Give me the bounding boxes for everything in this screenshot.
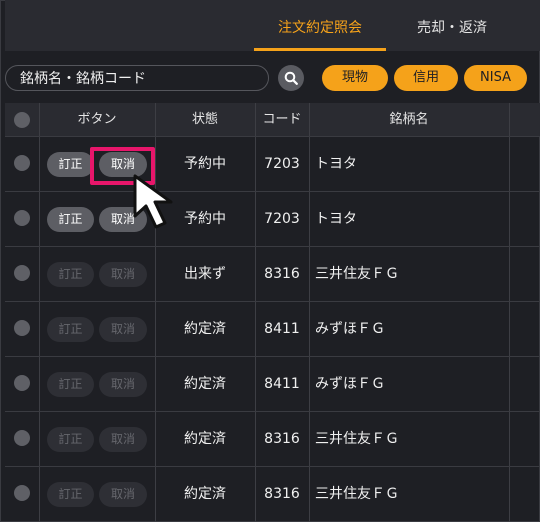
name-cell: 三井住友ＦＧ bbox=[315, 486, 399, 502]
status-cell: 出来ず bbox=[184, 266, 226, 282]
name-cell: 三井住友ＦＧ bbox=[315, 431, 399, 447]
toolbar: 銘柄名・銘柄コード 現物 信用 NISA bbox=[0, 51, 540, 103]
name-cell: みずほＦＧ bbox=[315, 376, 385, 392]
cancel-button-disabled: 取消 bbox=[99, 482, 147, 507]
cancel-button-disabled: 取消 bbox=[99, 372, 147, 397]
row-select-radio[interactable] bbox=[14, 265, 30, 281]
table-row[interactable]: 訂正 取消 約定済 8411 みずほＦＧ bbox=[5, 301, 540, 356]
name-cell: トヨタ bbox=[315, 211, 357, 227]
status-cell: 約定済 bbox=[184, 321, 226, 337]
column-header-name: 銘柄名 bbox=[389, 112, 429, 127]
select-all-radio[interactable] bbox=[14, 112, 30, 128]
column-header-status: 状態 bbox=[191, 112, 218, 127]
status-cell: 約定済 bbox=[184, 431, 226, 447]
filter-margin-button[interactable]: 信用 bbox=[394, 65, 458, 91]
table-row[interactable]: 訂正 取消 約定済 8316 三井住友ＦＧ bbox=[5, 411, 540, 466]
amend-button-disabled: 訂正 bbox=[47, 372, 94, 397]
search-icon bbox=[284, 71, 298, 85]
name-cell: トヨタ bbox=[315, 156, 357, 172]
table-row[interactable]: 訂正 取消 出来ず 8316 三井住友ＦＧ bbox=[5, 246, 540, 301]
name-cell: みずほＦＧ bbox=[315, 321, 385, 337]
status-cell: 約定済 bbox=[184, 486, 226, 502]
status-cell: 約定済 bbox=[184, 376, 226, 392]
code-cell: 7203 bbox=[264, 211, 300, 227]
cancel-button-disabled: 取消 bbox=[99, 427, 147, 452]
filter-cash-button[interactable]: 現物 bbox=[322, 65, 388, 91]
name-cell: 三井住友ＦＧ bbox=[315, 266, 399, 282]
row-select-radio[interactable] bbox=[14, 375, 30, 391]
row-select-radio[interactable] bbox=[14, 210, 30, 226]
cancel-button-disabled: 取消 bbox=[99, 317, 147, 342]
row-select-radio[interactable] bbox=[14, 155, 30, 171]
tab-sell-repay[interactable]: 売却・返済 bbox=[386, 0, 518, 51]
tab-order-inquiry[interactable]: 注文約定照会 bbox=[254, 0, 386, 51]
amend-button[interactable]: 訂正 bbox=[47, 207, 94, 232]
amend-button-disabled: 訂正 bbox=[47, 427, 94, 452]
column-header-code: コード bbox=[262, 112, 302, 127]
table-row[interactable]: 訂正 取消 予約中 7203 トヨタ bbox=[5, 136, 540, 191]
mouse-pointer-icon bbox=[133, 174, 173, 229]
row-select-radio[interactable] bbox=[14, 320, 30, 336]
filter-nisa-button[interactable]: NISA bbox=[464, 65, 527, 91]
table-row[interactable]: 訂正 取消 約定済 8411 みずほＦＧ bbox=[5, 356, 540, 411]
code-cell: 8411 bbox=[264, 321, 300, 337]
tab-bar: 注文約定照会 売却・返済 bbox=[5, 0, 540, 51]
amend-button-disabled: 訂正 bbox=[47, 482, 94, 507]
code-cell: 8316 bbox=[264, 486, 300, 502]
amend-button-disabled: 訂正 bbox=[47, 262, 94, 287]
amend-button[interactable]: 訂正 bbox=[47, 152, 94, 177]
table-header: ボタン 状態 コード 銘柄名 bbox=[5, 103, 540, 136]
search-input[interactable]: 銘柄名・銘柄コード bbox=[5, 65, 269, 91]
cancel-button-disabled: 取消 bbox=[99, 262, 147, 287]
code-cell: 8316 bbox=[264, 431, 300, 447]
amend-button-disabled: 訂正 bbox=[47, 317, 94, 342]
table-row[interactable]: 訂正 取消 予約中 7203 トヨタ bbox=[5, 191, 540, 246]
row-select-radio[interactable] bbox=[14, 430, 30, 446]
row-select-radio[interactable] bbox=[14, 485, 30, 501]
column-header-button: ボタン bbox=[77, 112, 117, 127]
search-input-value: 銘柄名・銘柄コード bbox=[20, 71, 146, 87]
code-cell: 8316 bbox=[264, 266, 300, 282]
code-cell: 8411 bbox=[264, 376, 300, 392]
search-button[interactable] bbox=[278, 65, 304, 91]
table-row[interactable]: 訂正 取消 約定済 8316 三井住友ＦＧ bbox=[5, 466, 540, 521]
code-cell: 7203 bbox=[264, 156, 300, 172]
